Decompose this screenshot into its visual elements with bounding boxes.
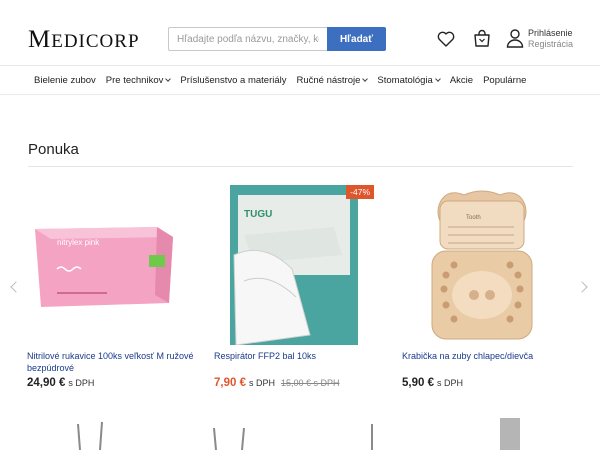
register-link[interactable]: Registrácia [528,39,573,50]
product-image-gloves[interactable]: nitrylex pink [27,185,187,345]
account-link[interactable]: Prihlásenie Registrácia [506,28,573,50]
login-link[interactable]: Prihlásenie [528,28,573,39]
section-divider [28,166,573,167]
main-nav: Bielenie zubov Pre technikov Príslušenst… [0,67,600,95]
user-icon [506,29,524,48]
carousel-next-icon[interactable] [576,281,588,293]
discount-badge: -47% [346,185,374,199]
nav-item-stomatologia[interactable]: Stomatológia [377,75,441,86]
box-text: Tooth [466,215,481,221]
gloves-brand-text: nitrylex pink [57,238,100,247]
product-card[interactable]: nitrylex pink Nitrilové rukavice 100ks v… [27,185,194,389]
cart-icon[interactable] [472,29,492,49]
header: MEDICORP Hľadať Prihlásenie Registrácia [0,0,600,66]
product-price: 24,90 € s DPH [27,377,95,389]
search-button[interactable]: Hľadať [327,27,386,51]
mask-brand-text: TUGU [244,209,272,220]
nav-item-bielenie-zubov[interactable]: Bielenie zubov [34,75,96,86]
product-name[interactable]: Nitrilové rukavice 100ks veľkosť M ružov… [27,350,197,374]
heart-icon[interactable] [436,29,456,49]
nav-item-pre-technikov[interactable]: Pre technikov [106,75,172,86]
product-price: 5,90 € s DPH [402,377,463,389]
product-image-tooth-box[interactable]: Tooth [402,185,562,345]
nav-item-popularne[interactable]: Populárne [483,75,526,86]
old-price: 15,00 € s DPH [281,378,340,388]
nav-item-rucne-nastroje[interactable]: Ručné nástroje [296,75,369,86]
product-price: 7,90 € s DPH 15,00 € s DPH [214,377,340,389]
nav-item-akcie[interactable]: Akcie [450,75,473,86]
product-image-respirator[interactable]: TUGU -47% [214,185,374,346]
next-products-row [0,414,600,450]
product-name[interactable]: Krabička na zuby chlapec/dievča [402,350,572,362]
nav-item-prislusenstvo[interactable]: Príslušenstvo a materiály [180,75,286,86]
carousel-prev-icon[interactable] [10,281,22,293]
search-input[interactable] [168,27,327,51]
section-title: Ponuka [28,141,79,158]
search-bar: Hľadať [168,27,386,51]
product-card[interactable]: TUGU -47% Respirátor FFP2 bal 10ks 7,90 … [214,185,374,389]
chevron-down-icon [362,76,369,82]
logo-text: EDICORP [51,31,140,52]
chevron-down-icon [165,76,172,82]
chevron-down-icon [435,76,441,82]
product-name[interactable]: Respirátor FFP2 bal 10ks [214,350,384,362]
logo[interactable]: MEDICORP [28,26,140,56]
product-card[interactable]: Tooth Krabička na zuby chlapec/dievča 5,… [402,185,562,389]
